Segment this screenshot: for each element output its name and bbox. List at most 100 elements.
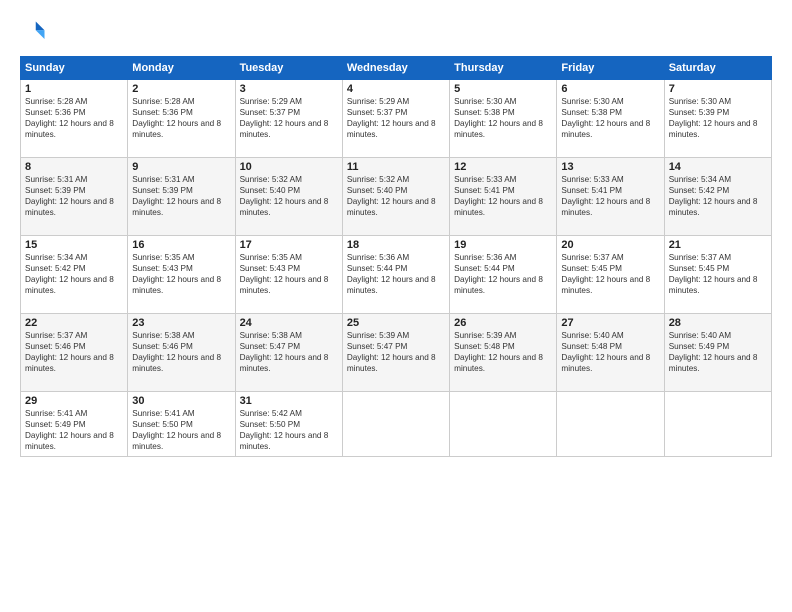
day-number: 27 — [561, 317, 659, 329]
day-number: 17 — [240, 239, 338, 251]
calendar-cell: 24Sunrise: 5:38 AMSunset: 5:47 PMDayligh… — [235, 314, 342, 392]
calendar-cell: 21Sunrise: 5:37 AMSunset: 5:45 PMDayligh… — [664, 236, 771, 314]
day-info: Sunrise: 5:35 AMSunset: 5:43 PMDaylight:… — [132, 252, 230, 296]
calendar-cell: 27Sunrise: 5:40 AMSunset: 5:48 PMDayligh… — [557, 314, 664, 392]
day-number: 13 — [561, 161, 659, 173]
day-number: 4 — [347, 83, 445, 95]
day-info: Sunrise: 5:29 AMSunset: 5:37 PMDaylight:… — [347, 96, 445, 140]
day-info: Sunrise: 5:38 AMSunset: 5:47 PMDaylight:… — [240, 330, 338, 374]
calendar-table: SundayMondayTuesdayWednesdayThursdayFrid… — [20, 56, 772, 457]
day-info: Sunrise: 5:35 AMSunset: 5:43 PMDaylight:… — [240, 252, 338, 296]
day-info: Sunrise: 5:29 AMSunset: 5:37 PMDaylight:… — [240, 96, 338, 140]
day-number: 11 — [347, 161, 445, 173]
weekday-header-sunday: Sunday — [21, 57, 128, 80]
day-number: 21 — [669, 239, 767, 251]
day-number: 22 — [25, 317, 123, 329]
weekday-header-row: SundayMondayTuesdayWednesdayThursdayFrid… — [21, 57, 772, 80]
day-info: Sunrise: 5:30 AMSunset: 5:38 PMDaylight:… — [454, 96, 552, 140]
day-info: Sunrise: 5:30 AMSunset: 5:39 PMDaylight:… — [669, 96, 767, 140]
calendar-cell: 18Sunrise: 5:36 AMSunset: 5:44 PMDayligh… — [342, 236, 449, 314]
day-number: 9 — [132, 161, 230, 173]
day-info: Sunrise: 5:41 AMSunset: 5:50 PMDaylight:… — [132, 408, 230, 452]
day-info: Sunrise: 5:37 AMSunset: 5:46 PMDaylight:… — [25, 330, 123, 374]
day-number: 8 — [25, 161, 123, 173]
day-info: Sunrise: 5:41 AMSunset: 5:49 PMDaylight:… — [25, 408, 123, 452]
day-number: 7 — [669, 83, 767, 95]
calendar-cell — [450, 392, 557, 457]
weekday-header-thursday: Thursday — [450, 57, 557, 80]
calendar-cell: 19Sunrise: 5:36 AMSunset: 5:44 PMDayligh… — [450, 236, 557, 314]
calendar-cell: 3Sunrise: 5:29 AMSunset: 5:37 PMDaylight… — [235, 80, 342, 158]
calendar-cell: 13Sunrise: 5:33 AMSunset: 5:41 PMDayligh… — [557, 158, 664, 236]
calendar-cell: 4Sunrise: 5:29 AMSunset: 5:37 PMDaylight… — [342, 80, 449, 158]
calendar-cell: 10Sunrise: 5:32 AMSunset: 5:40 PMDayligh… — [235, 158, 342, 236]
calendar-cell: 15Sunrise: 5:34 AMSunset: 5:42 PMDayligh… — [21, 236, 128, 314]
day-number: 6 — [561, 83, 659, 95]
calendar-cell: 14Sunrise: 5:34 AMSunset: 5:42 PMDayligh… — [664, 158, 771, 236]
day-number: 24 — [240, 317, 338, 329]
day-number: 1 — [25, 83, 123, 95]
calendar-cell: 16Sunrise: 5:35 AMSunset: 5:43 PMDayligh… — [128, 236, 235, 314]
day-number: 2 — [132, 83, 230, 95]
calendar-cell — [557, 392, 664, 457]
day-number: 30 — [132, 395, 230, 407]
day-number: 19 — [454, 239, 552, 251]
calendar-cell: 31Sunrise: 5:42 AMSunset: 5:50 PMDayligh… — [235, 392, 342, 457]
calendar-cell: 5Sunrise: 5:30 AMSunset: 5:38 PMDaylight… — [450, 80, 557, 158]
day-info: Sunrise: 5:37 AMSunset: 5:45 PMDaylight:… — [669, 252, 767, 296]
day-info: Sunrise: 5:30 AMSunset: 5:38 PMDaylight:… — [561, 96, 659, 140]
calendar-cell — [664, 392, 771, 457]
day-info: Sunrise: 5:40 AMSunset: 5:48 PMDaylight:… — [561, 330, 659, 374]
calendar-cell: 12Sunrise: 5:33 AMSunset: 5:41 PMDayligh… — [450, 158, 557, 236]
logo-icon — [20, 18, 48, 46]
calendar-cell: 1Sunrise: 5:28 AMSunset: 5:36 PMDaylight… — [21, 80, 128, 158]
calendar-cell: 25Sunrise: 5:39 AMSunset: 5:47 PMDayligh… — [342, 314, 449, 392]
day-number: 26 — [454, 317, 552, 329]
day-info: Sunrise: 5:37 AMSunset: 5:45 PMDaylight:… — [561, 252, 659, 296]
weekday-header-friday: Friday — [557, 57, 664, 80]
day-info: Sunrise: 5:31 AMSunset: 5:39 PMDaylight:… — [132, 174, 230, 218]
day-number: 28 — [669, 317, 767, 329]
logo — [20, 18, 52, 46]
calendar-cell — [342, 392, 449, 457]
day-info: Sunrise: 5:40 AMSunset: 5:49 PMDaylight:… — [669, 330, 767, 374]
calendar-cell: 23Sunrise: 5:38 AMSunset: 5:46 PMDayligh… — [128, 314, 235, 392]
weekday-header-monday: Monday — [128, 57, 235, 80]
day-info: Sunrise: 5:34 AMSunset: 5:42 PMDaylight:… — [669, 174, 767, 218]
weekday-header-wednesday: Wednesday — [342, 57, 449, 80]
calendar-cell: 11Sunrise: 5:32 AMSunset: 5:40 PMDayligh… — [342, 158, 449, 236]
day-info: Sunrise: 5:36 AMSunset: 5:44 PMDaylight:… — [347, 252, 445, 296]
day-info: Sunrise: 5:31 AMSunset: 5:39 PMDaylight:… — [25, 174, 123, 218]
day-info: Sunrise: 5:33 AMSunset: 5:41 PMDaylight:… — [454, 174, 552, 218]
calendar-cell: 29Sunrise: 5:41 AMSunset: 5:49 PMDayligh… — [21, 392, 128, 457]
calendar-cell: 30Sunrise: 5:41 AMSunset: 5:50 PMDayligh… — [128, 392, 235, 457]
day-number: 18 — [347, 239, 445, 251]
page: SundayMondayTuesdayWednesdayThursdayFrid… — [0, 0, 792, 612]
day-info: Sunrise: 5:32 AMSunset: 5:40 PMDaylight:… — [347, 174, 445, 218]
header — [20, 18, 772, 46]
weekday-header-saturday: Saturday — [664, 57, 771, 80]
day-number: 12 — [454, 161, 552, 173]
day-number: 29 — [25, 395, 123, 407]
day-number: 15 — [25, 239, 123, 251]
day-number: 14 — [669, 161, 767, 173]
day-number: 25 — [347, 317, 445, 329]
calendar-cell: 7Sunrise: 5:30 AMSunset: 5:39 PMDaylight… — [664, 80, 771, 158]
day-number: 20 — [561, 239, 659, 251]
day-number: 23 — [132, 317, 230, 329]
day-number: 3 — [240, 83, 338, 95]
day-number: 5 — [454, 83, 552, 95]
calendar-cell: 28Sunrise: 5:40 AMSunset: 5:49 PMDayligh… — [664, 314, 771, 392]
day-number: 31 — [240, 395, 338, 407]
day-number: 16 — [132, 239, 230, 251]
calendar-cell: 17Sunrise: 5:35 AMSunset: 5:43 PMDayligh… — [235, 236, 342, 314]
day-info: Sunrise: 5:42 AMSunset: 5:50 PMDaylight:… — [240, 408, 338, 452]
day-info: Sunrise: 5:28 AMSunset: 5:36 PMDaylight:… — [25, 96, 123, 140]
day-info: Sunrise: 5:36 AMSunset: 5:44 PMDaylight:… — [454, 252, 552, 296]
calendar-cell: 9Sunrise: 5:31 AMSunset: 5:39 PMDaylight… — [128, 158, 235, 236]
day-number: 10 — [240, 161, 338, 173]
day-info: Sunrise: 5:33 AMSunset: 5:41 PMDaylight:… — [561, 174, 659, 218]
calendar-cell: 22Sunrise: 5:37 AMSunset: 5:46 PMDayligh… — [21, 314, 128, 392]
day-info: Sunrise: 5:34 AMSunset: 5:42 PMDaylight:… — [25, 252, 123, 296]
calendar-cell: 26Sunrise: 5:39 AMSunset: 5:48 PMDayligh… — [450, 314, 557, 392]
